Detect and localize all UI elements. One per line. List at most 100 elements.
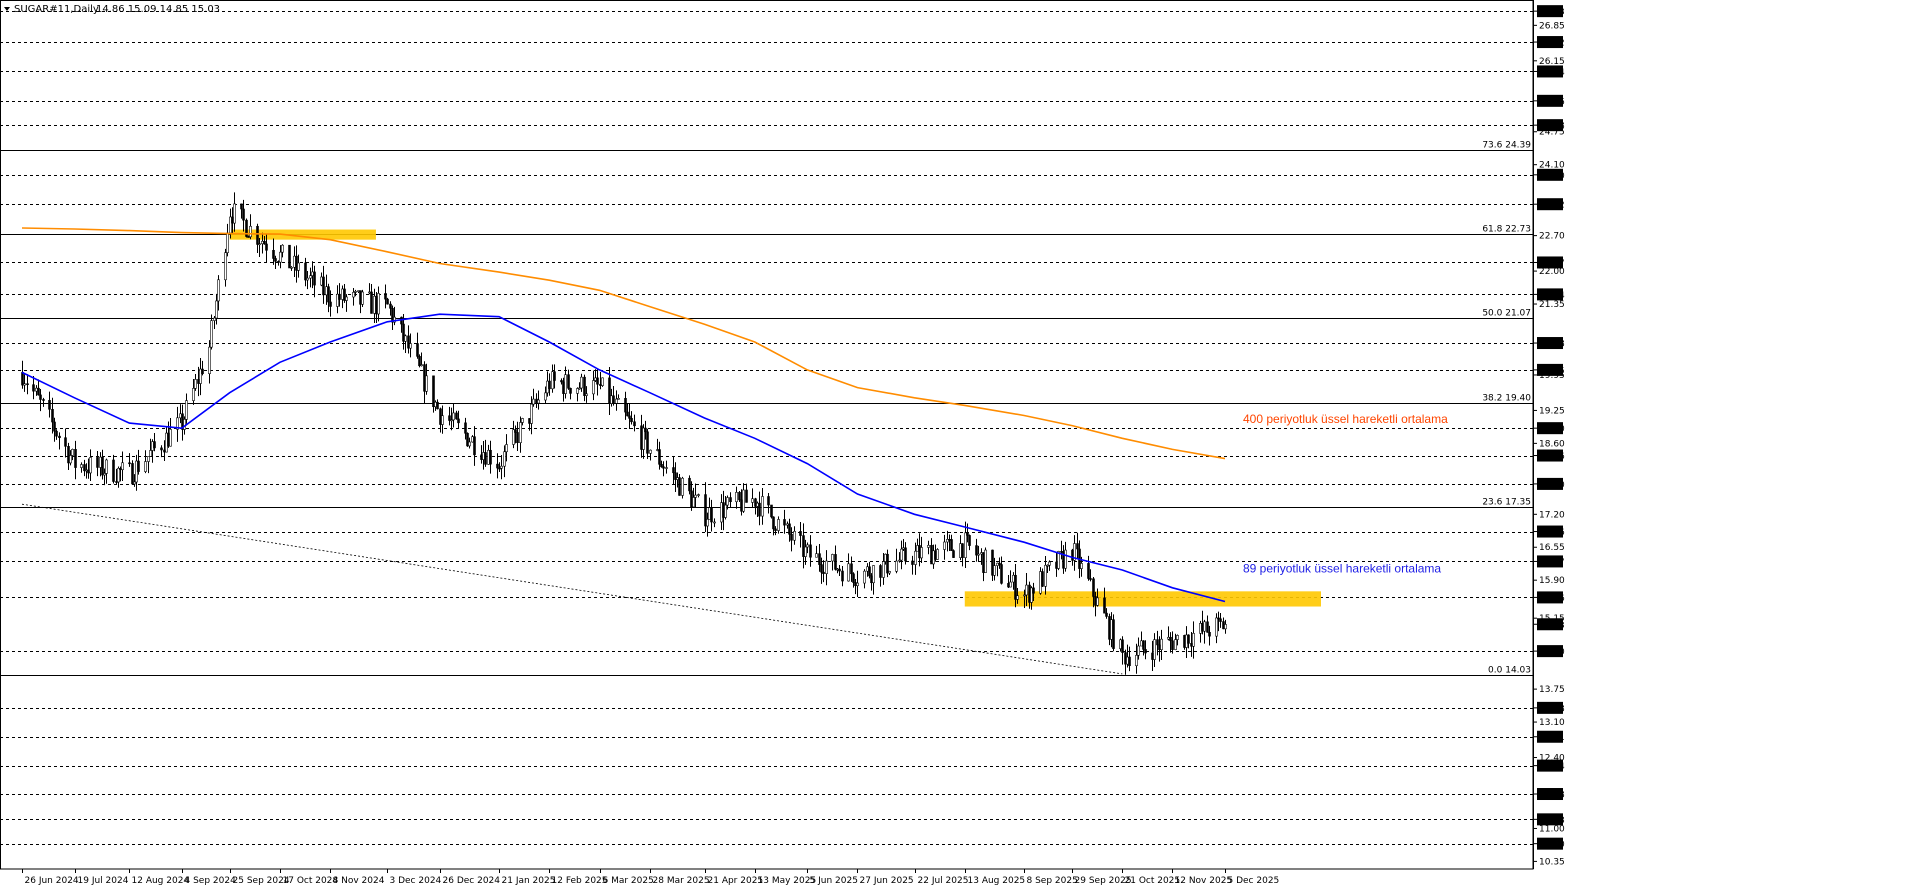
candle-body xyxy=(1144,649,1147,654)
time-label: 19 Jul 2024 xyxy=(78,876,129,886)
candle-body xyxy=(313,271,316,286)
price-label: 26.15 xyxy=(1539,57,1565,67)
plot-frame xyxy=(0,0,1534,870)
price-label: 21.35 xyxy=(1539,300,1565,310)
price-label-highlighted: 23.32 xyxy=(1539,201,1565,211)
time-label: 29 Sep 2025 xyxy=(1075,876,1132,886)
price-label-highlighted: 15.56 xyxy=(1539,594,1565,604)
candle-body xyxy=(738,492,741,501)
candle-body xyxy=(820,564,823,573)
candle-body xyxy=(247,236,250,238)
triangle-down-icon[interactable] xyxy=(4,7,10,11)
candle-body xyxy=(1176,635,1179,640)
candle-body xyxy=(681,477,684,496)
candle-body xyxy=(1028,584,1031,603)
candle-body xyxy=(48,400,51,410)
candle-body xyxy=(783,519,786,526)
candle-body xyxy=(532,398,535,405)
candle-body xyxy=(660,464,663,468)
candle-body xyxy=(742,489,745,512)
candle-body xyxy=(1044,564,1047,587)
chart-canvas[interactable]: 73.6 24.39 61.8 22.73 50.0 21.07 38.2 19.40… xyxy=(0,0,1916,888)
candle-body xyxy=(628,415,631,419)
candle-body xyxy=(1048,561,1051,566)
candle-body xyxy=(617,398,620,400)
price-axis[interactable]: 27.1326.8526.5226.1525.9425.3624.8824.75… xyxy=(1533,0,1565,869)
candle-body xyxy=(1089,578,1092,580)
candle-body xyxy=(927,544,930,548)
fib-label: 50.0 21.07 xyxy=(1482,309,1531,319)
fib-label: 23.6 17.35 xyxy=(1482,498,1531,508)
candle-body xyxy=(697,494,700,496)
candle-body xyxy=(630,418,633,423)
candle-body xyxy=(793,531,796,541)
candle-body xyxy=(888,571,891,574)
candle-body xyxy=(1121,639,1124,653)
candle-body xyxy=(904,547,907,562)
candle-body xyxy=(735,492,738,503)
candle-body xyxy=(21,372,24,386)
candle-body xyxy=(544,392,547,401)
candle-body xyxy=(55,430,58,437)
time-label: 12 Nov 2025 xyxy=(1175,876,1233,886)
candle-body xyxy=(258,243,261,246)
candle-body xyxy=(85,469,88,472)
candle-body xyxy=(135,460,138,483)
candle-body xyxy=(583,376,586,396)
price-label: 13.10 xyxy=(1539,718,1565,728)
candle-body xyxy=(809,544,812,558)
candle-body xyxy=(751,498,754,503)
candle-body xyxy=(263,240,266,245)
price-label: 22.00 xyxy=(1539,267,1565,277)
time-label: 5 Jun 2025 xyxy=(810,876,858,886)
candle-body xyxy=(799,531,802,536)
grid-layer xyxy=(0,0,1534,870)
price-label: 16.55 xyxy=(1539,543,1565,553)
fib-label: 0.0 14.03 xyxy=(1488,666,1531,676)
time-label: 5 Dec 2025 xyxy=(1228,876,1280,886)
price-label-highlighted: 16.27 xyxy=(1539,558,1565,568)
candle-body xyxy=(1096,597,1099,606)
candle-body xyxy=(694,494,697,498)
time-axis[interactable]: 26 Jun 202419 Jul 2024 12 Aug 20244 Sep 2… xyxy=(22,869,1280,886)
dotted-trendline xyxy=(21,503,1123,675)
candle-body xyxy=(169,429,172,447)
candle-body xyxy=(1215,617,1218,637)
candle-body xyxy=(115,481,118,483)
candle-body xyxy=(1064,549,1067,569)
price-label-highlighted: 11.68 xyxy=(1539,791,1565,801)
candle-body xyxy=(537,399,540,404)
candle-body xyxy=(567,374,570,389)
candle-body xyxy=(966,532,969,536)
candle-body xyxy=(1199,623,1202,634)
candle-body xyxy=(678,477,681,496)
price-label-highlighted: 27.13 xyxy=(1539,8,1565,18)
candle-body xyxy=(64,437,67,447)
candle-body xyxy=(1140,640,1143,647)
price-chart[interactable]: 73.6 24.39 61.8 22.73 50.0 21.07 38.2 19.40… xyxy=(0,0,1916,888)
price-label-highlighted: 26.52 xyxy=(1539,39,1565,49)
candle-body xyxy=(1076,543,1079,550)
candle-body xyxy=(1025,584,1028,596)
candle-body xyxy=(706,518,709,527)
candle-body xyxy=(895,560,898,572)
candle-body xyxy=(788,523,791,535)
candle-body xyxy=(105,459,108,474)
candle-body xyxy=(672,467,675,474)
candle-body xyxy=(101,456,104,476)
candle-body xyxy=(144,461,147,472)
candle-body xyxy=(384,293,387,300)
candle-body xyxy=(455,412,458,420)
candle-body xyxy=(961,543,964,558)
candle-body xyxy=(416,343,419,357)
time-label: 25 Sep 2024 xyxy=(233,876,290,886)
candle-body xyxy=(1094,596,1097,606)
candle-body xyxy=(790,533,793,541)
candle-body xyxy=(1151,652,1154,660)
candle-body xyxy=(592,380,595,395)
candle-body xyxy=(389,303,392,309)
candle-body xyxy=(1060,551,1063,553)
candle-body xyxy=(1016,595,1019,600)
candle-body xyxy=(767,496,770,506)
candle-body xyxy=(1135,654,1138,667)
